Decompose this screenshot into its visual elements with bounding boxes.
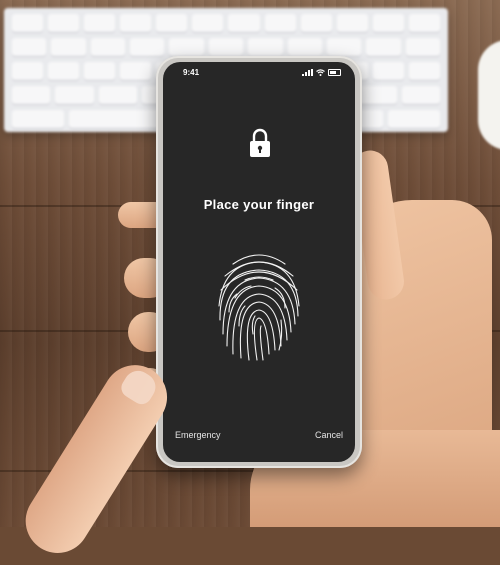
wifi-icon [316, 68, 325, 76]
signal-icon [302, 68, 313, 76]
cancel-button[interactable]: Cancel [315, 430, 343, 440]
lock-screen: 9:41 Place your finger Emergency Cancel [163, 62, 355, 462]
status-icons [302, 68, 341, 76]
emergency-button[interactable]: Emergency [175, 430, 221, 440]
status-time: 9:41 [183, 67, 200, 77]
status-bar: 9:41 [163, 62, 355, 82]
blurred-mug [478, 40, 500, 150]
thumb-nail [117, 365, 161, 408]
fingerprint-icon[interactable] [215, 250, 303, 362]
lock-icon [250, 128, 270, 157]
battery-icon [328, 68, 341, 76]
smartphone: 9:41 Place your finger Emergency Cancel [156, 56, 362, 468]
page-title: Place your finger [203, 197, 315, 212]
